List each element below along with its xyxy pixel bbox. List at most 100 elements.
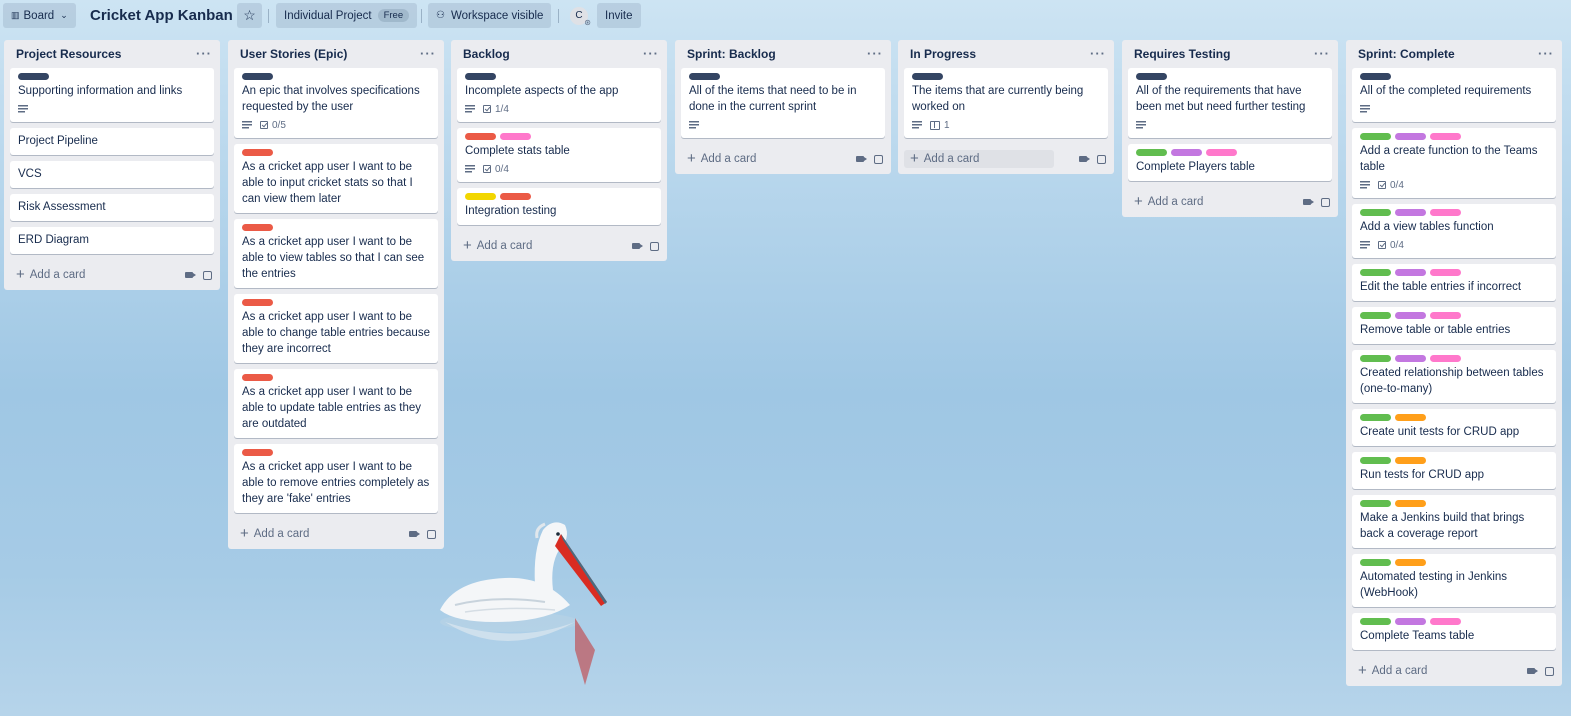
card-template-icon[interactable] xyxy=(874,154,883,164)
member-avatar[interactable]: C ⊛ xyxy=(570,3,591,28)
card[interactable]: Complete Teams table xyxy=(1352,613,1556,650)
dark-label[interactable] xyxy=(465,73,496,80)
video-icon[interactable] xyxy=(632,243,643,249)
card-template-icon[interactable] xyxy=(1545,666,1554,676)
card[interactable]: Create unit tests for CRUD app xyxy=(1352,409,1556,446)
card[interactable]: VCS xyxy=(10,161,214,188)
card[interactable]: Complete stats table 0/4 xyxy=(457,128,661,182)
green-label[interactable] xyxy=(1360,209,1391,216)
video-icon[interactable] xyxy=(409,531,420,537)
purple-label[interactable] xyxy=(1395,618,1426,625)
list-menu-icon[interactable]: ··· xyxy=(1314,47,1330,60)
dark-label[interactable] xyxy=(689,73,720,80)
list-menu-icon[interactable]: ··· xyxy=(643,47,659,60)
green-label[interactable] xyxy=(1360,133,1391,140)
pink-label[interactable] xyxy=(1430,355,1461,362)
card[interactable]: Make a Jenkins build that brings back a … xyxy=(1352,495,1556,548)
card[interactable]: An epic that involves specifications req… xyxy=(234,68,438,138)
card[interactable]: Incomplete aspects of the app 1/4 xyxy=(457,68,661,122)
card[interactable]: As a cricket app user I want to be able … xyxy=(234,219,438,288)
dark-label[interactable] xyxy=(242,73,273,80)
red-label[interactable] xyxy=(500,193,531,200)
purple-label[interactable] xyxy=(1395,209,1426,216)
card[interactable]: Project Pipeline xyxy=(10,128,214,155)
card[interactable]: Integration testing xyxy=(457,188,661,225)
pink-label[interactable] xyxy=(1430,209,1461,216)
purple-label[interactable] xyxy=(1395,312,1426,319)
card[interactable]: The items that are currently being worke… xyxy=(904,68,1108,138)
card-template-icon[interactable] xyxy=(1321,197,1330,207)
card-template-icon[interactable] xyxy=(203,270,212,280)
card[interactable]: Run tests for CRUD app xyxy=(1352,452,1556,489)
board-view-button[interactable]: ▥ Board ⌄ xyxy=(3,3,76,28)
green-label[interactable] xyxy=(1360,312,1391,319)
pink-label[interactable] xyxy=(1430,269,1461,276)
purple-label[interactable] xyxy=(1395,355,1426,362)
card[interactable]: Risk Assessment xyxy=(10,194,214,221)
card[interactable]: Remove table or table entries xyxy=(1352,307,1556,344)
video-icon[interactable] xyxy=(185,272,196,278)
card[interactable]: Add a create function to the Teams table… xyxy=(1352,128,1556,198)
list-menu-icon[interactable]: ··· xyxy=(1538,47,1554,60)
orange-label[interactable] xyxy=(1395,457,1426,464)
purple-label[interactable] xyxy=(1395,269,1426,276)
star-button[interactable]: ☆ xyxy=(237,3,262,28)
red-label[interactable] xyxy=(465,133,496,140)
card[interactable]: All of the requirements that have been m… xyxy=(1128,68,1332,138)
green-label[interactable] xyxy=(1360,414,1391,421)
card-template-icon[interactable] xyxy=(650,241,659,251)
list-title[interactable]: Backlog xyxy=(463,47,510,61)
card[interactable]: As a cricket app user I want to be able … xyxy=(234,444,438,513)
list-title[interactable]: Sprint: Backlog xyxy=(687,47,776,61)
video-icon[interactable] xyxy=(1079,156,1090,162)
purple-label[interactable] xyxy=(1171,149,1202,156)
card[interactable]: As a cricket app user I want to be able … xyxy=(234,369,438,438)
card[interactable]: As a cricket app user I want to be able … xyxy=(234,294,438,363)
video-icon[interactable] xyxy=(1303,199,1314,205)
purple-label[interactable] xyxy=(1395,133,1426,140)
yellow-label[interactable] xyxy=(465,193,496,200)
pink-label[interactable] xyxy=(1430,133,1461,140)
add-card-button[interactable]: + Add a card xyxy=(463,238,532,253)
add-card-button[interactable]: + Add a card xyxy=(240,526,309,541)
red-label[interactable] xyxy=(242,374,273,381)
list-menu-icon[interactable]: ··· xyxy=(420,47,436,60)
pink-label[interactable] xyxy=(1430,618,1461,625)
card[interactable]: As a cricket app user I want to be able … xyxy=(234,144,438,213)
pink-label[interactable] xyxy=(1430,312,1461,319)
list-menu-icon[interactable]: ··· xyxy=(867,47,883,60)
add-card-button[interactable]: + Add a card xyxy=(687,151,756,166)
card[interactable]: Supporting information and links xyxy=(10,68,214,122)
list-menu-icon[interactable]: ··· xyxy=(1090,47,1106,60)
orange-label[interactable] xyxy=(1395,500,1426,507)
board-title[interactable]: Cricket App Kanban xyxy=(90,3,233,28)
orange-label[interactable] xyxy=(1395,414,1426,421)
dark-label[interactable] xyxy=(912,73,943,80)
pink-label[interactable] xyxy=(1206,149,1237,156)
green-label[interactable] xyxy=(1360,457,1391,464)
red-label[interactable] xyxy=(242,224,273,231)
green-label[interactable] xyxy=(1360,500,1391,507)
green-label[interactable] xyxy=(1360,269,1391,276)
dark-label[interactable] xyxy=(1360,73,1391,80)
green-label[interactable] xyxy=(1136,149,1167,156)
card[interactable]: All of the completed requirements xyxy=(1352,68,1556,122)
list-title[interactable]: Sprint: Complete xyxy=(1358,47,1455,61)
card[interactable]: Add a view tables function 0/4 xyxy=(1352,204,1556,258)
invite-button[interactable]: Invite xyxy=(597,3,641,28)
workspace-visible-button[interactable]: ⚇ Workspace visible xyxy=(428,3,552,28)
red-label[interactable] xyxy=(242,149,273,156)
card-template-icon[interactable] xyxy=(1097,154,1106,164)
red-label[interactable] xyxy=(242,299,273,306)
add-card-button[interactable]: + Add a card xyxy=(1134,194,1203,209)
video-icon[interactable] xyxy=(1527,668,1538,674)
add-card-button[interactable]: + Add a card xyxy=(1358,663,1427,678)
team-visibility-button[interactable]: Individual Project Free xyxy=(276,3,418,28)
card[interactable]: Complete Players table xyxy=(1128,144,1332,181)
card[interactable]: All of the items that need to be in done… xyxy=(681,68,885,138)
card[interactable]: ERD Diagram xyxy=(10,227,214,254)
red-label[interactable] xyxy=(242,449,273,456)
orange-label[interactable] xyxy=(1395,559,1426,566)
card[interactable]: Edit the table entries if incorrect xyxy=(1352,264,1556,301)
card[interactable]: Automated testing in Jenkins (WebHook) xyxy=(1352,554,1556,607)
